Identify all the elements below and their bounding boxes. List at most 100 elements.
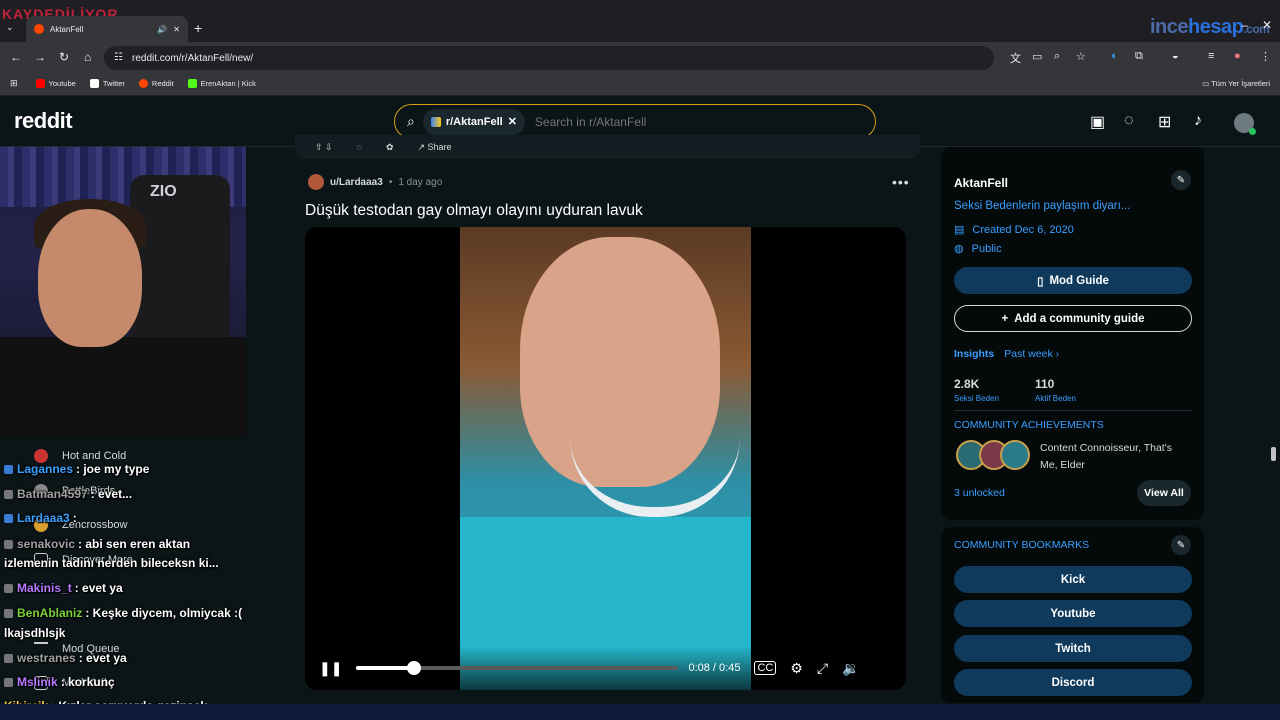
seek-handle[interactable] — [407, 661, 422, 675]
chat-message-continued: izlemenin tadını nerden bileceksn ki... — [4, 556, 219, 570]
advertise-icon[interactable]: ▣ — [1090, 112, 1105, 132]
view-all-button[interactable]: View All — [1137, 480, 1191, 506]
chat-message: senakovic: abi sen eren aktan — [4, 537, 190, 551]
youtube-icon — [35, 79, 45, 88]
bookmark-discord-button[interactable]: Discord — [954, 669, 1192, 696]
bookmark-kick-button[interactable]: Kick — [954, 566, 1192, 593]
cast-icon[interactable]: ▭ — [1032, 50, 1042, 63]
menu-icon[interactable]: ⋮ — [1260, 50, 1271, 63]
edit-bookmarks-icon[interactable]: ✎ — [1171, 535, 1191, 555]
gaming-chair: ZIO — [130, 175, 230, 355]
forward-icon[interactable]: → — [34, 50, 46, 64]
post-title[interactable]: Düşük testodan gay olmayı olayını uydura… — [305, 202, 643, 220]
apps-icon[interactable]: ⊞ — [10, 78, 18, 89]
insights-row[interactable]: Insights Past week › — [954, 348, 1059, 360]
kick-icon — [187, 79, 197, 88]
volume-icon[interactable]: 🔉 — [842, 660, 859, 677]
online-dot — [1249, 128, 1256, 135]
reload-icon[interactable]: ↻ — [59, 50, 69, 64]
chat-icon[interactable]: ◌ — [1124, 112, 1134, 130]
post-time: 1 day ago — [398, 176, 443, 188]
zoom-icon[interactable]: ⌕ — [1054, 50, 1060, 63]
browser-tab-bar: KAYDEDİLİYOR ⌄ AktanFell 🔊 ✕ + incehesap… — [0, 0, 1280, 42]
mod-guide-button[interactable]: ▯ Mod Guide — [954, 267, 1192, 294]
tab-search-icon[interactable]: ⌄ — [6, 22, 14, 33]
tab-close-icon[interactable]: ✕ — [173, 25, 180, 34]
visibility-row: ◍ Public — [954, 242, 1002, 256]
user-avatar[interactable] — [1234, 113, 1256, 135]
reading-list-icon[interactable]: ≡ — [1208, 50, 1214, 62]
reddit-icon — [138, 79, 148, 88]
search-bar[interactable]: ⌕ r/AktanFell ✕ — [394, 104, 876, 139]
fullscreen-icon[interactable]: ⤢ — [817, 660, 828, 677]
post-time-sep: • — [388, 176, 393, 188]
incognito-icon[interactable]: ◒ — [1172, 50, 1179, 62]
seek-bar[interactable] — [356, 661, 679, 675]
post-author[interactable]: u/Lardaaa3 — [330, 177, 383, 188]
cake-icon: ▤ — [954, 224, 965, 236]
home-icon[interactable]: ⌂ — [84, 50, 91, 64]
chat-message: BenAblaniz: Keşke diycem, olmiycak :( — [4, 606, 242, 620]
subreddit-chip[interactable]: r/AktanFell ✕ — [422, 108, 525, 135]
bookmark-reddit[interactable]: Reddit — [138, 79, 174, 88]
nav-hot-and-cold[interactable]: Hot and Cold — [34, 449, 126, 463]
user-avatar-small[interactable] — [308, 174, 324, 190]
post-more-icon[interactable]: ••• — [892, 174, 910, 190]
edit-pencil-icon[interactable]: ✎ — [1171, 170, 1191, 190]
achievement-badge-icon[interactable] — [1000, 440, 1030, 470]
notifications-icon[interactable]: ♪ — [1194, 112, 1202, 130]
previous-post-actions: ⇧ ⇩ ◌ ✿ ↗ Share — [295, 135, 920, 159]
add-community-guide-button[interactable]: + Add a community guide — [954, 305, 1192, 332]
streamer-face — [38, 209, 142, 347]
read-aloud-icon[interactable]: ◖ — [1110, 50, 1117, 62]
created-row: ▤ Created Dec 6, 2020 — [954, 223, 1074, 237]
bookmark-kick[interactable]: ErenAktan | Kick — [187, 79, 256, 88]
globe-icon: ◍ — [954, 243, 964, 255]
close-window-icon[interactable]: ✕ — [1262, 18, 1272, 32]
pause-icon[interactable]: ❚❚ — [319, 660, 342, 677]
url-text: reddit.com/r/AktanFell/new/ — [132, 52, 254, 64]
achievements-heading: COMMUNITY ACHIEVEMENTS — [954, 419, 1104, 431]
chat-message: Lardaaa3: — [4, 511, 77, 525]
bookmark-youtube[interactable]: Youtube — [35, 79, 76, 88]
create-post-icon[interactable]: ⊞ — [1158, 112, 1171, 132]
all-bookmarks[interactable]: ▭ Tüm Yer İşaretleri — [1202, 79, 1270, 88]
video-frame — [460, 227, 751, 690]
profile-icon[interactable]: ● — [1234, 50, 1241, 62]
browser-tab[interactable]: AktanFell 🔊 ✕ — [26, 16, 188, 42]
community-name: AktanFell — [954, 176, 1009, 190]
bookmark-twitch-button[interactable]: Twitch — [954, 635, 1192, 662]
bookmark-star-icon[interactable]: ☆ — [1076, 50, 1086, 63]
upvote-icon[interactable]: ⇧ ⇩ — [315, 142, 333, 153]
scrollbar-thumb[interactable] — [1271, 447, 1276, 461]
chat-message-continued: lkajsdhlsjk — [4, 626, 66, 640]
bookmark-twitter[interactable]: Twitter — [89, 79, 125, 88]
comments-icon[interactable]: ◌ — [357, 142, 362, 152]
minimize-icon[interactable]: – — [1241, 18, 1248, 32]
search-input[interactable] — [534, 114, 815, 129]
past-week-selector[interactable]: Past week › — [1004, 348, 1059, 360]
site-info-icon[interactable]: ☷ — [114, 52, 123, 63]
window-controls: – ✕ — [1241, 18, 1272, 32]
share-button[interactable]: ↗ Share — [418, 142, 452, 153]
translate-icon[interactable]: 文 — [1010, 50, 1021, 66]
video-controls: ❚❚ 0:08 / 0:45 CC ⚙ ⤢ 🔉 — [305, 646, 906, 690]
captions-icon[interactable]: CC — [754, 661, 777, 675]
video-player[interactable]: ❚❚ 0:08 / 0:45 CC ⚙ ⤢ 🔉 — [305, 227, 906, 690]
game-icon — [34, 449, 48, 463]
reddit-logo[interactable]: reddit — [14, 108, 73, 134]
chip-close-icon[interactable]: ✕ — [508, 115, 517, 128]
community-description[interactable]: Seksi Bedenlerin paylaşım diyarı... — [954, 200, 1130, 212]
bookmarks-heading: COMMUNITY BOOKMARKS — [954, 539, 1090, 551]
bookmark-youtube-button[interactable]: Youtube — [954, 600, 1192, 627]
page-scrollbar[interactable] — [1270, 147, 1278, 703]
award-icon[interactable]: ✿ — [386, 142, 394, 153]
plus-icon: + — [1001, 312, 1009, 325]
new-tab-button[interactable]: + — [194, 20, 202, 36]
url-bar[interactable]: ☷ reddit.com/r/AktanFell/new/ — [104, 46, 994, 70]
video-time: 0:08 / 0:45 — [688, 662, 741, 674]
tab-audio-icon[interactable]: 🔊 — [157, 25, 167, 34]
back-icon[interactable]: ← — [10, 50, 22, 64]
settings-gear-icon[interactable]: ⚙ — [790, 660, 803, 677]
extensions-icon[interactable]: ⧉ — [1135, 50, 1143, 63]
